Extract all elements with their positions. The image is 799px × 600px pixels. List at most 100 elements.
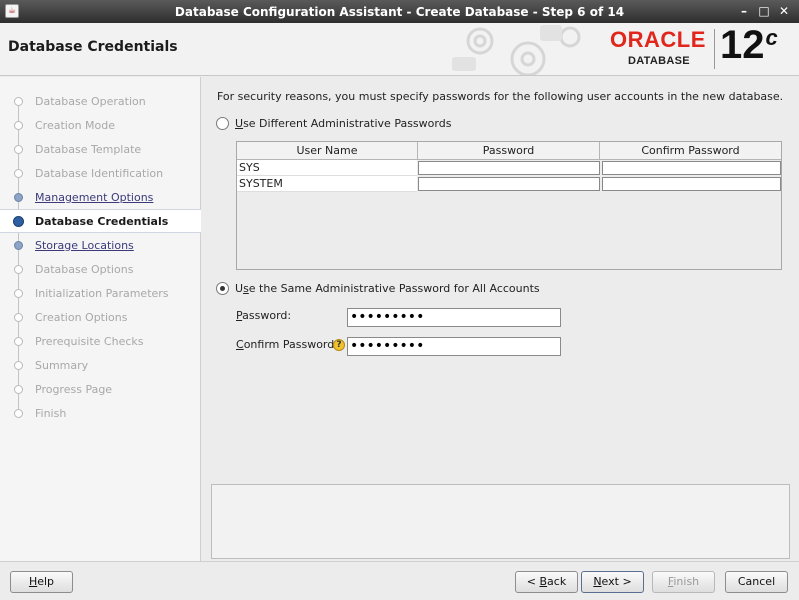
column-header-user-name: User Name xyxy=(237,142,418,159)
cancel-button[interactable]: Cancel xyxy=(725,571,788,593)
maximize-icon[interactable]: □ xyxy=(755,2,773,20)
step-indicator-icon xyxy=(13,215,24,227)
system-password-field[interactable] xyxy=(418,177,600,191)
password-label: Password: xyxy=(236,309,291,322)
step-label: Finish xyxy=(35,406,67,420)
label-text: assword: xyxy=(242,309,292,322)
window-title-bar[interactable]: ☕ Database Configuration Assistant - Cre… xyxy=(0,0,799,23)
mnemonic: B xyxy=(539,575,548,588)
step-label: Database Operation xyxy=(35,94,146,108)
table-row: SYS xyxy=(237,160,781,176)
database-wordmark: DATABASE xyxy=(628,55,690,67)
column-header-confirm-password: Confirm Password xyxy=(641,144,740,157)
step-progress-page: Progress Page xyxy=(0,377,201,401)
step-creation-options: Creation Options xyxy=(0,305,201,329)
label-text: ext > xyxy=(601,575,632,588)
table-row: SYSTEM xyxy=(237,176,781,192)
label-text: elp xyxy=(37,575,55,588)
step-label[interactable]: Storage Locations xyxy=(35,239,134,252)
minimize-icon[interactable]: – xyxy=(735,2,753,20)
step-label: Database Credentials xyxy=(35,214,169,228)
user-passwords-table: User Name Password Confirm Password SYS … xyxy=(236,141,782,270)
step-indicator-icon xyxy=(14,168,23,178)
step-indicator-icon xyxy=(14,384,23,394)
close-icon[interactable]: ✕ xyxy=(775,2,793,20)
column-header-password: Password xyxy=(418,142,600,159)
back-button[interactable]: < Back xyxy=(515,571,578,593)
password-field[interactable]: ••••••••• xyxy=(347,308,561,327)
help-button[interactable]: Help xyxy=(10,571,73,593)
step-initialization-parameters: Initialization Parameters xyxy=(0,281,201,305)
page-title: Database Credentials xyxy=(8,39,178,55)
label-text: ack xyxy=(547,575,567,588)
step-creation-mode: Creation Mode xyxy=(0,113,201,137)
confirm-password-label: Confirm Password: xyxy=(236,338,338,351)
gears-decoration-icon xyxy=(452,25,581,75)
step-indicator-icon xyxy=(14,120,23,130)
step-database-credentials: Database Credentials xyxy=(0,209,201,233)
user-name-cell: SYS xyxy=(237,160,418,176)
confirm-password-field[interactable]: ••••••••• xyxy=(347,337,561,356)
main-panel: For security reasons, you must specify p… xyxy=(202,77,799,561)
step-indicator-icon xyxy=(14,288,23,298)
footer-bar: Help < Back Next > Finish Cancel xyxy=(0,561,799,600)
user-name-cell: SYSTEM xyxy=(237,176,418,192)
steps-sidebar: Database Operation Creation Mode Databas… xyxy=(0,77,201,561)
intro-text: For security reasons, you must specify p… xyxy=(217,90,784,103)
step-label[interactable]: Management Options xyxy=(35,191,153,204)
label-text: onfirm Password: xyxy=(243,338,338,351)
step-database-operation: Database Operation xyxy=(0,89,201,113)
step-label: Summary xyxy=(35,358,89,372)
window-title: Database Configuration Assistant - Creat… xyxy=(174,4,625,19)
step-label: Initialization Parameters xyxy=(35,286,169,300)
next-button[interactable]: Next > xyxy=(581,571,644,593)
step-management-options[interactable]: Management Options xyxy=(0,185,201,209)
label-text: e the Same Administrative Password for A… xyxy=(248,282,540,295)
step-label: Prerequisite Checks xyxy=(35,334,144,348)
step-label: Creation Mode xyxy=(35,118,116,132)
step-label: Database Identification xyxy=(35,166,164,180)
version-badge: 12c xyxy=(720,23,778,68)
page-header: Database Credentials ORACLE DATABASE 12c xyxy=(0,23,799,76)
step-indicator-icon xyxy=(14,408,23,418)
finish-button[interactable]: Finish xyxy=(652,571,715,593)
mnemonic: H xyxy=(28,575,38,588)
step-indicator-icon xyxy=(14,240,23,250)
warning-help-icon[interactable]: ? xyxy=(333,339,345,351)
message-area xyxy=(211,484,790,559)
step-label: Database Options xyxy=(35,262,134,276)
option-label[interactable]: Use the Same Administrative Password for… xyxy=(235,282,540,295)
step-database-options: Database Options xyxy=(0,257,201,281)
label-text: se Different Administrative Passwords xyxy=(243,117,452,130)
step-indicator-icon xyxy=(14,264,23,274)
step-indicator-icon xyxy=(14,144,23,154)
mnemonic: N xyxy=(593,575,602,588)
system-confirm-password-field[interactable] xyxy=(601,177,781,191)
step-indicator-icon xyxy=(14,336,23,346)
step-label: Creation Options xyxy=(35,310,128,324)
version-suffix: c xyxy=(765,25,778,50)
mnemonic: C xyxy=(236,338,244,351)
oracle-wordmark: ORACLE xyxy=(610,27,706,52)
radio-button[interactable] xyxy=(216,282,229,295)
sys-confirm-password-field[interactable] xyxy=(601,161,781,175)
use-different-passwords-option[interactable]: Use Different Administrative Passwords xyxy=(216,117,451,130)
step-database-identification: Database Identification xyxy=(0,161,201,185)
java-app-icon[interactable]: ☕ xyxy=(5,4,19,18)
brand-divider xyxy=(714,29,715,69)
label-text: < xyxy=(526,575,540,588)
step-indicator-icon xyxy=(14,312,23,322)
version-number: 12 xyxy=(720,23,765,67)
label-text: inish xyxy=(673,575,700,588)
step-summary: Summary xyxy=(0,353,201,377)
step-indicator-icon xyxy=(14,96,23,106)
option-label[interactable]: Use Different Administrative Passwords xyxy=(235,117,451,130)
use-same-password-option[interactable]: Use the Same Administrative Password for… xyxy=(216,282,540,295)
oracle-database-logo: ORACLE DATABASE 12c xyxy=(606,23,796,75)
step-label: Progress Page xyxy=(35,382,113,396)
step-storage-locations[interactable]: Storage Locations xyxy=(0,233,201,257)
sys-password-field[interactable] xyxy=(418,161,600,175)
radio-button[interactable] xyxy=(216,117,229,130)
step-indicator-icon xyxy=(14,360,23,370)
step-label: Database Template xyxy=(35,142,142,156)
